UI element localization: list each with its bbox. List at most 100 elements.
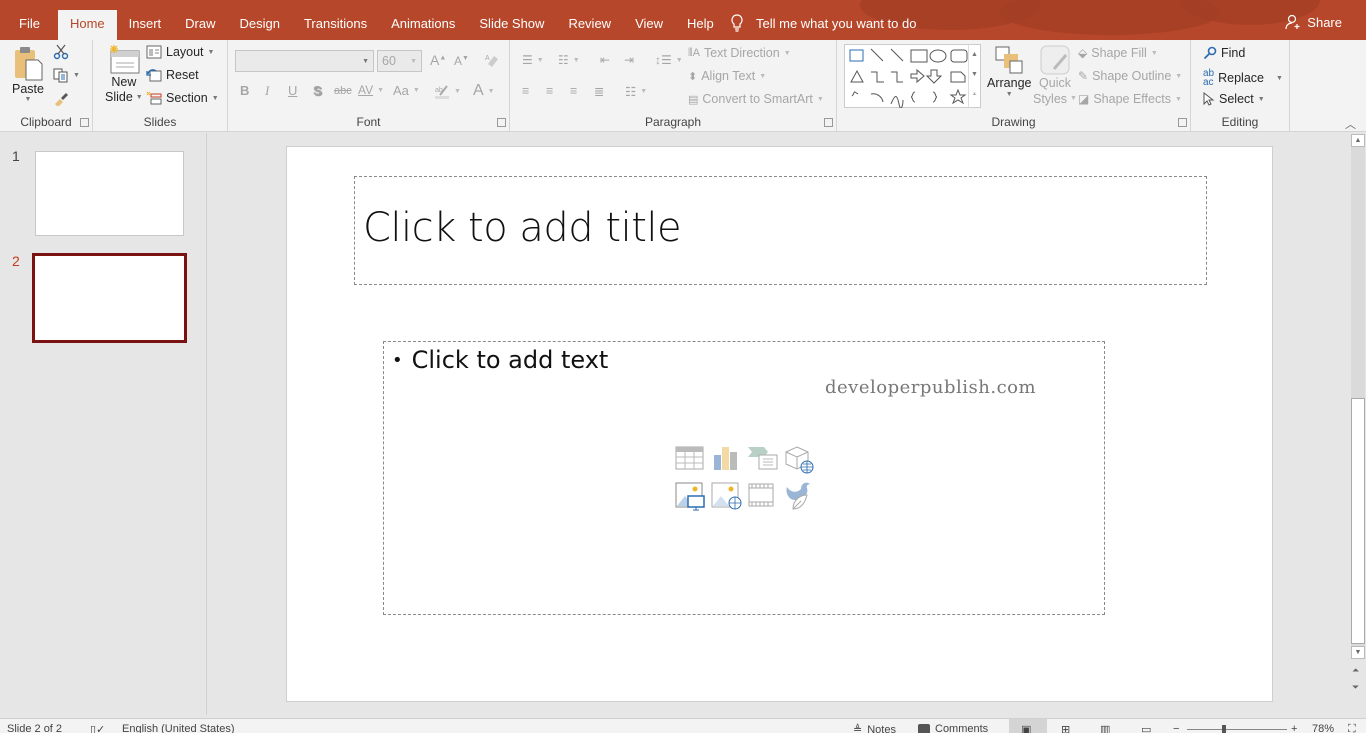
tab-transitions[interactable]: Transitions: [292, 10, 379, 40]
bold-button[interactable]: B: [240, 83, 249, 98]
select-button[interactable]: Select ▼: [1203, 92, 1265, 106]
font-color-button[interactable]: A ▼: [473, 82, 495, 100]
strikethrough-button[interactable]: abc: [334, 85, 352, 97]
zoom-in-button[interactable]: +: [1291, 723, 1297, 733]
scroll-down-button[interactable]: ▼: [1351, 646, 1365, 659]
arrange-button[interactable]: Arrange ▼: [987, 45, 1031, 98]
share-button[interactable]: Share: [1285, 14, 1342, 30]
zoom-out-button[interactable]: −: [1173, 723, 1179, 733]
language-indicator[interactable]: English (United States): [122, 723, 235, 733]
tab-animations[interactable]: Animations: [379, 10, 467, 40]
decrease-indent-button[interactable]: ⇤: [600, 53, 610, 67]
find-button[interactable]: Find: [1203, 46, 1245, 60]
convert-smartart-button[interactable]: ▤ Convert to SmartArt ▼: [688, 92, 824, 106]
tab-file[interactable]: File: [0, 10, 58, 40]
chevron-down-icon: ▼: [24, 96, 32, 103]
line-spacing-button[interactable]: ↕☰ ▼: [655, 53, 683, 67]
zoom-level[interactable]: 78%: [1312, 723, 1334, 733]
insert-table-icon[interactable]: [675, 445, 711, 481]
insert-icons-icon[interactable]: [783, 481, 819, 517]
tab-design[interactable]: Design: [228, 10, 292, 40]
decrease-font-size-button[interactable]: A▼: [454, 54, 469, 68]
tab-insert[interactable]: Insert: [117, 10, 174, 40]
bullet-icon: •: [392, 349, 403, 371]
slide-show-button[interactable]: ▭: [1141, 723, 1151, 733]
vertical-scrollbar[interactable]: ▲ ▼ ⏶ ⏷: [1350, 133, 1366, 715]
copy-button[interactable]: ▼: [53, 67, 80, 83]
dialog-launcher-icon[interactable]: [80, 118, 89, 127]
cut-button[interactable]: [53, 44, 69, 60]
section-button[interactable]: Section ▼: [146, 91, 219, 105]
bullets-button[interactable]: ☰ ▼: [522, 53, 544, 67]
dialog-launcher-icon[interactable]: [497, 118, 506, 127]
title-placeholder[interactable]: Click to add title: [354, 176, 1207, 285]
tab-view[interactable]: View: [623, 10, 675, 40]
align-center-button[interactable]: ≡: [546, 84, 553, 98]
slide-thumbnail-2[interactable]: [32, 253, 187, 343]
collapse-ribbon-button[interactable]: ︿: [1345, 116, 1356, 132]
chevron-down-icon: ▼: [1174, 95, 1182, 103]
slide-sorter-button[interactable]: ⊞: [1061, 723, 1070, 733]
font-size-select[interactable]: 60 ▼: [377, 50, 422, 72]
dialog-launcher-icon[interactable]: [1178, 118, 1187, 127]
highlight-color-button[interactable]: ab ▼: [434, 83, 461, 99]
shape-effects-button[interactable]: ◪ Shape Effects ▼: [1078, 92, 1182, 106]
tab-help[interactable]: Help: [675, 10, 726, 40]
character-spacing-button[interactable]: AV ▼: [358, 83, 384, 97]
notes-button[interactable]: ≜ Notes: [853, 723, 896, 733]
increase-font-size-button[interactable]: A▲: [430, 52, 446, 68]
underline-button[interactable]: U: [288, 83, 297, 98]
slide-thumbnail-1[interactable]: [35, 151, 184, 236]
tab-review[interactable]: Review: [556, 10, 623, 40]
tab-draw[interactable]: Draw: [173, 10, 227, 40]
insert-smartart-icon[interactable]: [747, 445, 783, 481]
shapes-gallery-scroll[interactable]: ▲ ▼ ⩡: [968, 45, 980, 107]
align-text-button[interactable]: ⬍ Align Text ▼: [688, 69, 766, 83]
zoom-slider-handle[interactable]: [1222, 725, 1226, 733]
tab-slide-show[interactable]: Slide Show: [467, 10, 556, 40]
zoom-slider[interactable]: [1187, 729, 1287, 730]
quick-styles-button[interactable]: Quick Styles ▼: [1033, 45, 1077, 107]
fit-to-window-button[interactable]: ⛶: [1348, 723, 1356, 733]
scrollbar-thumb[interactable]: [1351, 398, 1365, 644]
shape-fill-button[interactable]: ⬙ Shape Fill ▼: [1078, 46, 1158, 60]
reading-view-icon: ▥: [1100, 724, 1111, 733]
previous-slide-button[interactable]: ⏶: [1352, 665, 1359, 675]
align-left-button[interactable]: ≡: [522, 84, 529, 98]
shape-outline-button[interactable]: ✎ Shape Outline ▼: [1078, 69, 1182, 83]
insert-picture-icon[interactable]: [675, 481, 711, 517]
align-right-button[interactable]: ≡: [570, 84, 577, 98]
tab-home[interactable]: Home: [57, 10, 117, 40]
normal-view-button[interactable]: ▣: [1021, 723, 1031, 733]
content-placeholder[interactable]: • Click to add text developerpublish.com: [383, 341, 1105, 615]
dialog-launcher-icon[interactable]: [824, 118, 833, 127]
change-case-button[interactable]: Aa ▼: [393, 83, 420, 98]
font-name-select[interactable]: ▼: [235, 50, 374, 72]
comments-button[interactable]: Comments: [918, 723, 988, 733]
replace-button[interactable]: ab ac Replace ▼: [1203, 69, 1283, 88]
clear-formatting-button[interactable]: A: [484, 52, 500, 68]
next-slide-button[interactable]: ⏷: [1352, 682, 1359, 692]
italic-button[interactable]: I: [265, 83, 269, 99]
text-direction-button[interactable]: ⫴A Text Direction ▼: [688, 46, 791, 60]
new-slide-button[interactable]: New Slide ▼: [105, 45, 143, 105]
shadow-button[interactable]: S: [313, 83, 322, 98]
paste-button[interactable]: Paste ▼: [12, 44, 44, 103]
insert-3d-model-icon[interactable]: [783, 445, 819, 481]
insert-online-picture-icon[interactable]: [711, 481, 747, 517]
reset-button[interactable]: Reset: [146, 68, 199, 82]
increase-indent-button[interactable]: ⇥: [624, 53, 634, 67]
reading-view-button[interactable]: ▥: [1100, 723, 1110, 733]
layout-button[interactable]: Layout ▼: [146, 45, 214, 59]
spell-check-button[interactable]: ▯✓: [90, 723, 105, 733]
insert-chart-icon[interactable]: [711, 445, 747, 481]
format-painter-button[interactable]: [53, 90, 69, 106]
justify-button[interactable]: ≣: [594, 84, 604, 99]
shapes-gallery[interactable]: ▲ ▼ ⩡: [844, 44, 981, 108]
tell-me-search[interactable]: Tell me what you want to do: [730, 14, 916, 32]
insert-video-icon[interactable]: [747, 481, 783, 517]
numbering-button[interactable]: ☷ ▼: [558, 53, 580, 67]
scroll-up-button[interactable]: ▲: [1351, 134, 1365, 147]
svg-text:A: A: [485, 55, 490, 62]
columns-button[interactable]: ☷ ▼: [625, 84, 647, 99]
